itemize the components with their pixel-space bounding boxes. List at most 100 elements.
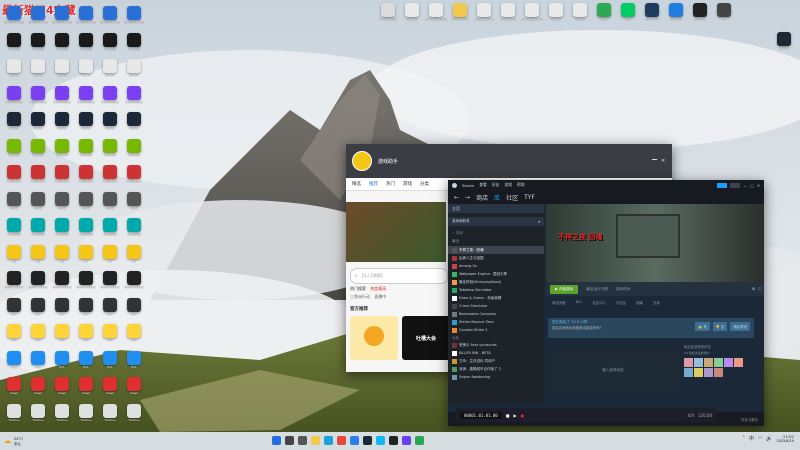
desktop-shortcut[interactable]: Windows App [76, 6, 96, 24]
back-arrow-icon[interactable]: ← [454, 194, 459, 201]
desktop-shortcut[interactable]: Toolbox [4, 403, 24, 422]
desktop-shortcut[interactable]: Clash [52, 377, 72, 395]
desktop-shortcut[interactable]: VRiHigo [100, 32, 120, 51]
game-list-item[interactable]: KILLER INN - BETA [448, 349, 544, 357]
desktop-shortcut[interactable]: Geforce [100, 138, 120, 157]
desktop-shortcut[interactable]: OBS [76, 324, 96, 342]
desktop-shortcut[interactable]: GameViewer [4, 271, 24, 289]
desktop-shortcut[interactable]: QQ [28, 244, 48, 263]
tab-guides[interactable]: 指南 [636, 300, 643, 305]
hot-search-item[interactable]: 热度最高 [370, 286, 386, 291]
desktop-shortcut[interactable]: PCL [4, 350, 24, 369]
friend-avatar[interactable] [704, 368, 713, 377]
hot-search-item[interactable]: 直播中 [374, 294, 386, 299]
desktop-shortcut[interactable]: T8 [714, 3, 734, 21]
desktop-shortcut[interactable]: QQ [124, 244, 144, 263]
info-icon[interactable]: ⓘ [758, 287, 762, 292]
desktop-shortcut[interactable]: Installer [402, 3, 422, 21]
thumbs-down-icon[interactable]: 👎 否 [712, 322, 728, 331]
filter-dropdown[interactable]: 游戏和软件 ▾ [448, 217, 544, 226]
desktop-shortcut[interactable]: Geforce [28, 138, 48, 157]
desktop-shortcut[interactable]: GameViewer [76, 271, 96, 289]
desktop-shortcut[interactable]: Steam [100, 112, 120, 130]
menu-games[interactable]: 游戏 [504, 182, 512, 188]
steam-icon[interactable] [363, 436, 372, 445]
library-search[interactable]: ⌕ 搜索 [448, 229, 544, 237]
qq-icon[interactable] [376, 436, 385, 445]
friend-avatar[interactable] [704, 358, 713, 367]
friend-avatar[interactable] [724, 358, 733, 367]
desktop-shortcut[interactable]: Windows App [28, 6, 48, 24]
desktop-shortcut[interactable]: Wallpaper [52, 165, 72, 183]
desktop-shortcut[interactable]: Cross [4, 191, 24, 210]
desktop-shortcut[interactable]: Windows App [124, 6, 144, 24]
desktop-shortcut[interactable]: Cross [28, 191, 48, 210]
notification-icon[interactable] [717, 182, 728, 188]
desktop-shortcut[interactable]: Update [546, 3, 566, 21]
desktop-shortcut[interactable]: PCL [124, 350, 144, 369]
desktop-shortcut[interactable]: MotionCmd [28, 85, 48, 104]
desktop-shortcut[interactable]: Toolbox [124, 403, 144, 422]
desktop-shortcut[interactable]: Geforce [124, 138, 144, 157]
desktop-shortcut[interactable]: Clash [124, 377, 144, 395]
desktop-shortcut[interactable]: Terminal [690, 3, 710, 21]
desktop-shortcut[interactable]: Cross [76, 191, 96, 210]
wechat-icon[interactable] [415, 436, 424, 445]
desktop-shortcut[interactable]: QQ [76, 244, 96, 263]
forward-arrow-icon[interactable]: → [465, 194, 470, 201]
desktop-shortcut[interactable]: Overlay [666, 3, 686, 21]
friends-chat-button[interactable]: 好友与聊天 [741, 417, 758, 422]
taskview-icon[interactable] [298, 436, 307, 445]
desktop-shortcut[interactable]: UU加速器 [28, 218, 48, 236]
tab-dlc[interactable]: DLC [576, 300, 583, 304]
desktop-shortcut[interactable]: Cross [52, 191, 72, 210]
desktop-shortcut[interactable]: PCL [28, 350, 48, 369]
friend-avatar[interactable] [714, 358, 723, 367]
thumbs-up-icon[interactable]: 👍 是 [695, 322, 710, 331]
tab-discussions[interactable]: 讨论区 [616, 300, 626, 305]
minimize-icon[interactable]: — [743, 183, 747, 188]
desktop-shortcut[interactable]: PCL [52, 350, 72, 369]
terminal-icon[interactable] [389, 436, 398, 445]
ime-indicator[interactable]: 中 [749, 435, 754, 442]
minimize-icon[interactable] [652, 158, 657, 160]
nav-store[interactable]: 商店 [476, 193, 488, 202]
desktop-shortcut[interactable]: Geforce [4, 138, 24, 157]
tab-recommended[interactable]: 推荐 [369, 181, 378, 187]
desktop-shortcut[interactable]: GameViewer [28, 271, 48, 289]
game-list-item[interactable]: 不祥之夜：回魂 [448, 246, 544, 254]
desktop-shortcut[interactable]: Geforce [76, 138, 96, 157]
desktop-shortcut[interactable]: Ubisoft [52, 59, 72, 77]
game-list-item[interactable]: Stellar Bounce Zero [448, 318, 544, 326]
desktop-shortcut[interactable]: Steam++ [642, 3, 662, 21]
search-bar[interactable]: ⌕ 【1人1地版】 [350, 268, 448, 284]
desktop-shortcut[interactable]: OBS [52, 324, 72, 342]
start-icon[interactable] [272, 436, 281, 445]
wifi-icon[interactable]: ◠ [758, 436, 762, 442]
record-icon[interactable]: ● [521, 413, 525, 418]
desktop-shortcut[interactable]: Wallpaper [100, 165, 120, 183]
desktop-shortcut[interactable]: Clash [4, 377, 24, 395]
desktop-shortcut[interactable]: PCL [100, 350, 120, 369]
desktop-shortcut[interactable]: Toolbox [28, 403, 48, 422]
desktop-shortcut[interactable]: UU加速器 [124, 218, 144, 236]
desktop-shortcut[interactable]: Cross [100, 191, 120, 210]
desktop-shortcut[interactable]: Ubisoft [76, 59, 96, 77]
activity-panel[interactable]: 输入游戏动态 [548, 348, 678, 392]
desktop-shortcut[interactable]: Epic [52, 297, 72, 316]
desktop-shortcut[interactable]: VRiHigo [76, 32, 96, 51]
desktop-shortcut[interactable]: Wallpaper [76, 165, 96, 183]
desktop-shortcut[interactable]: UU加速器 [100, 218, 120, 236]
tab-games[interactable]: 游戏 [403, 181, 412, 187]
desktop-shortcut[interactable]: Steam [28, 112, 48, 130]
desktop-shortcut[interactable]: UU加速器 [76, 218, 96, 236]
desktop-shortcut[interactable]: GameViewer [52, 271, 72, 289]
desktop-shortcut[interactable]: Ubisoft [124, 59, 144, 77]
menu-view[interactable]: 查看 [479, 182, 487, 188]
desktop-shortcut[interactable]: OBS [28, 324, 48, 342]
desktop-shortcut[interactable]: VRiHigo [124, 32, 144, 51]
game-list-item[interactable]: Backrooms Company [448, 310, 544, 318]
weather-widget[interactable]: ☁ 24°C 多云 [4, 437, 23, 446]
tab-categories[interactable]: 分类 [420, 181, 429, 187]
tab-hot[interactable]: 热门 [386, 181, 395, 187]
